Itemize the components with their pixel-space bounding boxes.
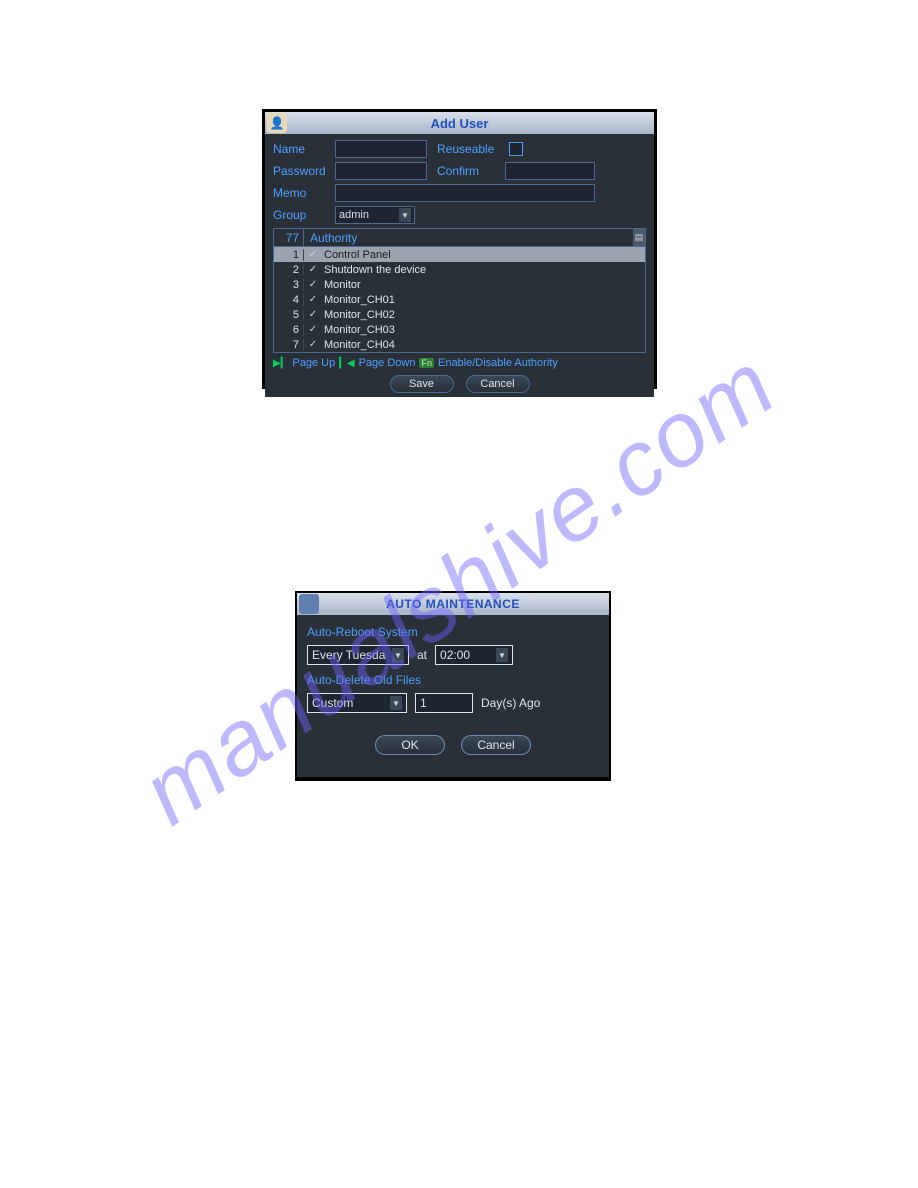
chevron-down-icon: ▼ <box>399 208 411 222</box>
authority-row-checkbox[interactable]: ✓ <box>304 264 318 275</box>
auto-maint-titlebar: AUTO MAINTENANCE <box>297 593 609 615</box>
reboot-time-value: 02:00 <box>440 648 470 662</box>
group-value: admin <box>339 209 369 221</box>
name-input[interactable] <box>335 140 427 158</box>
authority-row-checkbox[interactable]: ✓ <box>304 339 318 350</box>
pager-row: ▶▎ Page Up ▎◀ Page Down Fn Enable/Disabl… <box>273 357 646 369</box>
reuseable-label: Reuseable <box>437 142 499 156</box>
password-input[interactable] <box>335 162 427 180</box>
authority-row-checkbox[interactable]: ✓ <box>304 324 318 335</box>
authority-row-number: 2 <box>274 264 304 276</box>
memo-input[interactable] <box>335 184 595 202</box>
ok-button[interactable]: OK <box>375 735 445 755</box>
authority-row-checkbox[interactable]: ✓ <box>304 279 318 290</box>
chevron-down-icon: ▼ <box>392 648 404 662</box>
add-user-title: Add User <box>265 116 654 131</box>
authority-row-number: 3 <box>274 279 304 291</box>
enable-disable-label[interactable]: Enable/Disable Authority <box>438 357 558 369</box>
authority-row[interactable]: 6✓Monitor_CH03 <box>274 322 645 337</box>
authority-row[interactable]: 2✓Shutdown the device <box>274 262 645 277</box>
authority-row[interactable]: 1✓Control Panel <box>274 247 645 262</box>
name-row: Name Reuseable <box>273 140 646 158</box>
chevron-down-icon: ▼ <box>390 696 402 710</box>
add-user-dialog: 👤 Add User Name Reuseable Password Confi… <box>262 109 657 389</box>
authority-header: 77 Authority ▤ <box>274 229 645 247</box>
authority-row-label: Monitor <box>318 279 645 291</box>
page-up-icon[interactable]: ▶▎ <box>273 358 288 369</box>
authority-row-checkbox[interactable]: ✓ <box>304 249 318 260</box>
add-user-body: Name Reuseable Password Confirm Memo Gro… <box>265 134 654 397</box>
authority-row-number: 7 <box>274 339 304 351</box>
authority-row-checkbox[interactable]: ✓ <box>304 309 318 320</box>
chevron-down-icon: ▼ <box>496 648 508 662</box>
auto-reboot-section-label: Auto-Reboot System <box>307 625 599 639</box>
reboot-time-select[interactable]: 02:00 ▼ <box>435 645 513 665</box>
memo-label: Memo <box>273 186 335 200</box>
authority-row[interactable]: 4✓Monitor_CH01 <box>274 292 645 307</box>
dialog1-button-row: Save Cancel <box>273 375 646 393</box>
memo-row: Memo <box>273 184 646 202</box>
name-label: Name <box>273 142 335 156</box>
authority-header-label: Authority <box>304 231 633 245</box>
password-label: Password <box>273 164 335 178</box>
days-ago-label: Day(s) Ago <box>481 696 540 710</box>
authority-row-checkbox[interactable]: ✓ <box>304 294 318 305</box>
authority-row-number: 1 <box>274 249 304 261</box>
delete-mode-value: Custom <box>312 696 353 710</box>
authority-row-label: Shutdown the device <box>318 264 645 276</box>
authority-row[interactable]: 3✓Monitor <box>274 277 645 292</box>
authority-row-number: 6 <box>274 324 304 336</box>
page-down-label[interactable]: Page Down <box>359 357 416 369</box>
page-up-label[interactable]: Page Up <box>292 357 335 369</box>
authority-row-number: 4 <box>274 294 304 306</box>
authority-row-label: Control Panel <box>318 249 645 261</box>
save-button[interactable]: Save <box>390 375 454 393</box>
reboot-row: Every Tuesda ▼ at 02:00 ▼ <box>307 645 599 665</box>
delete-days-input[interactable]: 1 <box>415 693 473 713</box>
reboot-day-select[interactable]: Every Tuesda ▼ <box>307 645 409 665</box>
auto-maint-title: AUTO MAINTENANCE <box>297 597 609 611</box>
add-user-titlebar: 👤 Add User <box>265 112 654 134</box>
authority-table: 77 Authority ▤ 1✓Control Panel2✓Shutdown… <box>273 228 646 353</box>
authority-row[interactable]: 7✓Monitor_CH04 <box>274 337 645 352</box>
cancel-button[interactable]: Cancel <box>461 735 531 755</box>
authority-row-label: Monitor_CH04 <box>318 339 645 351</box>
delete-mode-select[interactable]: Custom ▼ <box>307 693 407 713</box>
authority-count: 77 <box>274 229 304 246</box>
confirm-label: Confirm <box>437 164 499 178</box>
page-down-icon[interactable]: ▎◀ <box>339 358 354 369</box>
at-label: at <box>417 648 427 662</box>
authority-row-label: Monitor_CH02 <box>318 309 645 321</box>
auto-maint-body: Auto-Reboot System Every Tuesda ▼ at 02:… <box>297 615 609 777</box>
authority-rows: 1✓Control Panel2✓Shutdown the device3✓Mo… <box>274 247 645 352</box>
fn-key-icon: Fn <box>419 358 434 368</box>
auto-delete-section-label: Auto-Delete Old Files <box>307 673 599 687</box>
reuseable-checkbox[interactable] <box>509 142 523 156</box>
authority-row[interactable]: 5✓Monitor_CH02 <box>274 307 645 322</box>
group-select[interactable]: admin ▼ <box>335 206 415 224</box>
group-row: Group admin ▼ <box>273 206 646 224</box>
reboot-day-value: Every Tuesda <box>312 648 385 662</box>
authority-row-number: 5 <box>274 309 304 321</box>
authority-row-label: Monitor_CH03 <box>318 324 645 336</box>
auto-maintenance-dialog: AUTO MAINTENANCE Auto-Reboot System Ever… <box>295 591 611 781</box>
scroll-indicator-icon[interactable]: ▤ <box>633 229 645 246</box>
confirm-input[interactable] <box>505 162 595 180</box>
group-label: Group <box>273 208 335 222</box>
password-row: Password Confirm <box>273 162 646 180</box>
delete-row: Custom ▼ 1 Day(s) Ago <box>307 693 599 713</box>
authority-row-label: Monitor_CH01 <box>318 294 645 306</box>
cancel-button[interactable]: Cancel <box>466 375 530 393</box>
dialog2-button-row: OK Cancel <box>307 735 599 755</box>
delete-days-value: 1 <box>420 696 427 710</box>
